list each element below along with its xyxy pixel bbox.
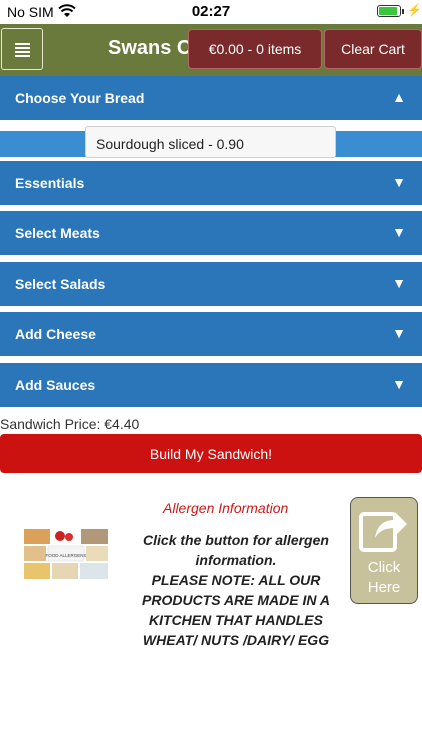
- allergen-line: WHEAT/ NUTS /DAIRY/ EGG: [142, 632, 330, 648]
- chevron-down-icon: ▼: [392, 325, 406, 341]
- battery-icon: [377, 5, 401, 17]
- allergen-line: information.: [195, 552, 277, 568]
- allergen-info-button[interactable]: Click Here: [350, 497, 418, 604]
- chevron-up-icon: ▲: [392, 89, 406, 105]
- section-label: Add Cheese: [15, 326, 96, 342]
- cart-button[interactable]: €0.00 - 0 items: [188, 29, 322, 69]
- section-select-meats[interactable]: Select Meats ▼: [0, 211, 422, 255]
- sandwich-price: Sandwich Price: €4.40: [0, 416, 140, 432]
- battery-tip: [402, 9, 404, 14]
- app-header: Swans C €0.00 - 0 items Clear Cart: [0, 24, 422, 76]
- section-label: Select Salads: [15, 276, 106, 292]
- allergen-line: PLEASE NOTE: ALL OUR: [151, 572, 321, 588]
- clear-cart-button[interactable]: Clear Cart: [324, 29, 422, 69]
- click-label-line2: Here: [367, 579, 401, 596]
- menu-button[interactable]: [1, 28, 43, 70]
- section-label: Choose Your Bread: [15, 90, 145, 106]
- allergen-line: Click the button for allergen: [143, 532, 329, 548]
- section-label: Select Meats: [15, 225, 100, 241]
- chevron-down-icon: ▼: [392, 376, 406, 392]
- food-allergens-image: FOOD ALLERGENS: [24, 529, 108, 579]
- chevron-down-icon: ▼: [392, 174, 406, 190]
- click-label-line1: Click: [367, 559, 401, 576]
- section-add-sauces[interactable]: Add Sauces ▼: [0, 363, 422, 407]
- chevron-down-icon: ▼: [392, 275, 406, 291]
- build-sandwich-button[interactable]: Build My Sandwich!: [0, 434, 422, 473]
- section-label: Add Sauces: [15, 377, 96, 393]
- allergen-line: KITCHEN THAT HANDLES: [149, 612, 323, 628]
- section-essentials[interactable]: Essentials ▼: [0, 161, 422, 205]
- clock: 02:27: [191, 3, 231, 20]
- share-arrow-icon: [359, 512, 407, 552]
- section-select-salads[interactable]: Select Salads ▼: [0, 262, 422, 306]
- allergen-title: Allergen Information: [163, 500, 289, 516]
- section-add-cheese[interactable]: Add Cheese ▼: [0, 312, 422, 356]
- section-label: Essentials: [15, 175, 85, 191]
- allergen-notice: Click the button for allergen informatio…: [131, 530, 341, 650]
- charging-icon: ⚡: [407, 3, 422, 17]
- image-caption: FOOD ALLERGENS: [45, 553, 86, 558]
- bread-option-selected[interactable]: Sourdough sliced - 0.90: [85, 126, 336, 158]
- page-title: Swans C: [108, 37, 192, 59]
- click-here-label: Click Here: [351, 558, 417, 598]
- section-choose-bread[interactable]: Choose Your Bread ▲: [0, 76, 422, 120]
- allergen-line: PRODUCTS ARE MADE IN A: [142, 592, 330, 608]
- status-bar: No SIM 02:27 ⚡: [0, 0, 422, 24]
- chevron-down-icon: ▼: [392, 224, 406, 240]
